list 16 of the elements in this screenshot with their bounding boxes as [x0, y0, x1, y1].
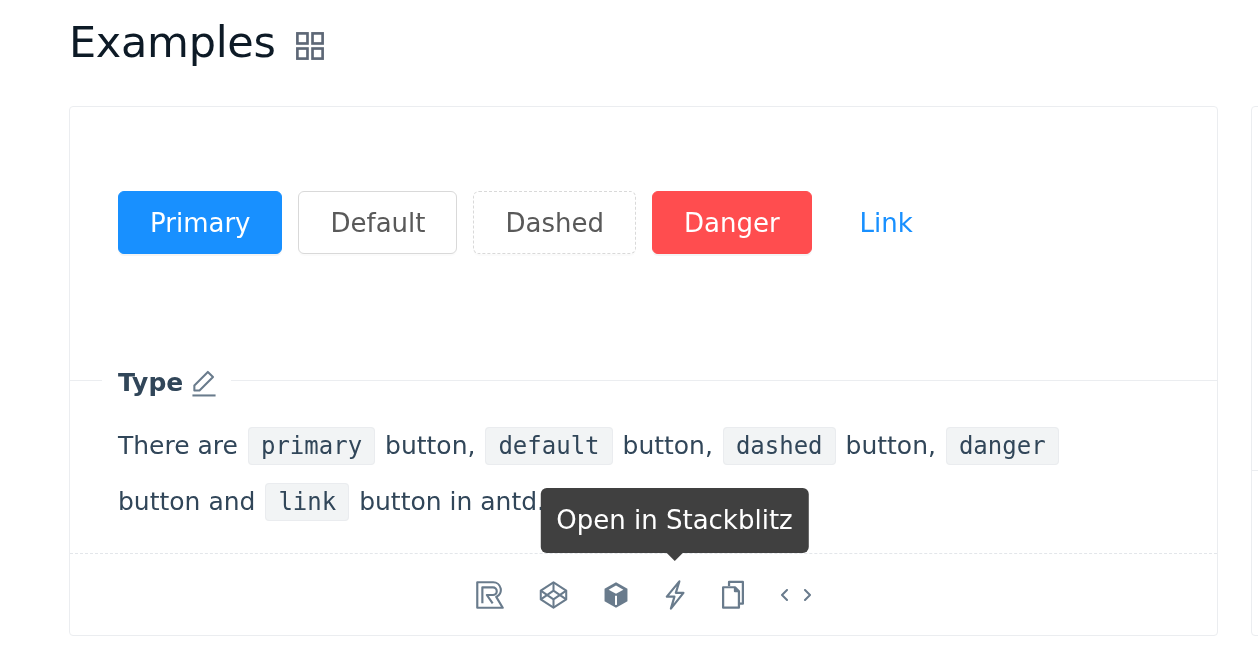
lightning-icon[interactable] — [663, 579, 686, 610]
section-title: Type — [118, 367, 184, 399]
grid-icon[interactable] — [295, 32, 324, 60]
page-title: Examples — [69, 16, 276, 69]
dashed-button[interactable]: Dashed — [473, 191, 636, 254]
primary-button[interactable]: Primary — [118, 191, 283, 254]
default-button[interactable]: Default — [298, 191, 458, 254]
tooltip: Open in Stackblitz — [540, 487, 809, 561]
cube-outline-icon[interactable] — [538, 580, 568, 609]
pencil-icon[interactable] — [191, 369, 218, 397]
code-icon[interactable] — [779, 588, 812, 601]
copy-icon[interactable] — [720, 580, 745, 609]
danger-button[interactable]: Danger — [651, 191, 812, 254]
letter-r-icon[interactable] — [475, 580, 504, 609]
cube-icon[interactable] — [602, 580, 629, 609]
link-button[interactable]: Link — [827, 191, 945, 254]
